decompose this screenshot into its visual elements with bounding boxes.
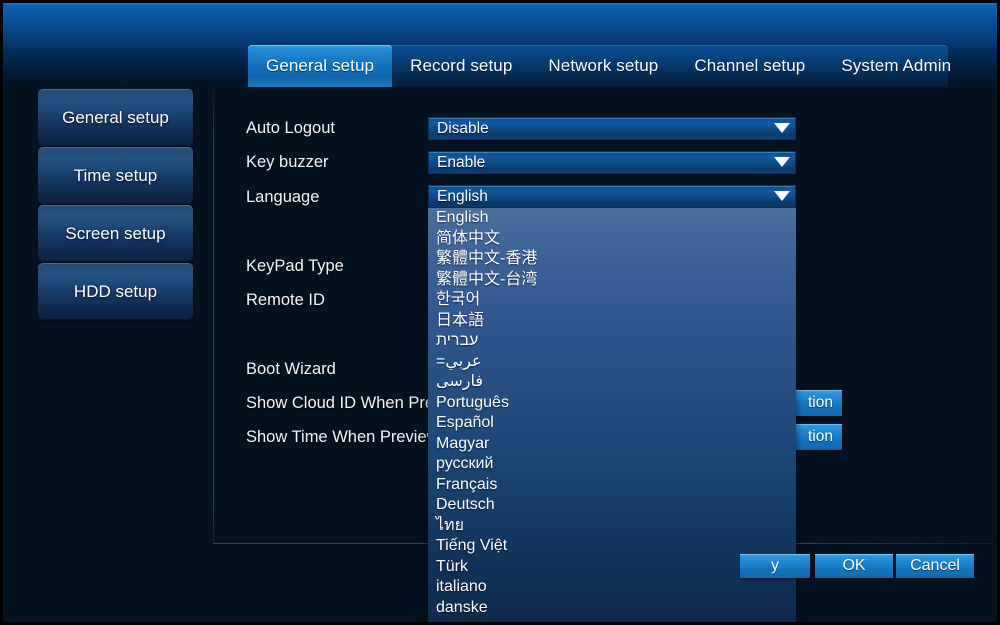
- dvr-settings-window: General setup Record setup Network setup Ch…: [0, 0, 1000, 625]
- dropdown-option[interactable]: danske: [428, 598, 796, 619]
- tab-general-setup[interactable]: General setup: [248, 45, 393, 87]
- chevron-down-icon[interactable]: [769, 118, 795, 139]
- apply-button-label: y: [771, 557, 779, 574]
- ok-button[interactable]: OK: [815, 554, 893, 578]
- form-label-key-buzzer: Key buzzer: [246, 153, 329, 171]
- tab-system-admin[interactable]: System Admin: [823, 45, 969, 87]
- dropdown-option[interactable]: فارسی: [428, 372, 796, 393]
- sidebar-item-label: Time setup: [73, 165, 158, 185]
- sidebar: General setup Time setup Screen setup HDD s…: [38, 89, 193, 321]
- combo-language[interactable]: English: [428, 185, 796, 208]
- combo-value: Disable: [437, 119, 489, 137]
- cancel-button-label: Cancel: [910, 557, 960, 574]
- form-label-language: Language: [246, 188, 320, 206]
- ok-button-label: OK: [842, 557, 866, 574]
- combo-auto-logout[interactable]: Disable: [428, 117, 796, 140]
- sidebar-item-label: Screen setup: [65, 223, 166, 243]
- cancel-button[interactable]: Cancel: [896, 554, 974, 578]
- form-label-auto-logout: Auto Logout: [246, 119, 335, 137]
- dropdown-option[interactable]: 繁體中文-台湾: [428, 270, 796, 291]
- tab-record-setup[interactable]: Record setup: [392, 45, 530, 87]
- dropdown-option[interactable]: Magyar: [428, 434, 796, 455]
- dropdown-option[interactable]: 简体中文: [428, 229, 796, 250]
- vertical-divider: [213, 89, 214, 544]
- sidebar-item-time-setup[interactable]: Time setup: [38, 147, 193, 204]
- dropdown-option[interactable]: 日本語: [428, 311, 796, 332]
- dropdown-option[interactable]: عربي=: [428, 352, 796, 373]
- dropdown-option[interactable]: 繁體中文-香港: [428, 249, 796, 270]
- sidebar-item-label: HDD setup: [73, 281, 158, 301]
- position-button-label: tion: [808, 394, 833, 411]
- sidebar-item-general-setup[interactable]: General setup: [38, 89, 193, 146]
- dropdown-option[interactable]: Français: [428, 475, 796, 496]
- combo-value: Enable: [437, 153, 486, 171]
- dropdown-option[interactable]: русский: [428, 454, 796, 475]
- tab-channel-setup[interactable]: Channel setup: [676, 45, 823, 87]
- sidebar-item-hdd-setup[interactable]: HDD setup: [38, 263, 193, 320]
- dropdown-option[interactable]: English: [428, 208, 796, 229]
- tab-bar: General setup Record setup Network setup Ch…: [248, 45, 951, 87]
- form-label-boot-wizard: Boot Wizard: [246, 360, 336, 378]
- dropdown-option[interactable]: Português: [428, 393, 796, 414]
- dropdown-option[interactable]: Deutsch: [428, 495, 796, 516]
- sidebar-item-label: General setup: [62, 107, 169, 127]
- form-label-show-time-when-preview: Show Time When Preview: [246, 428, 439, 446]
- sidebar-item-screen-setup[interactable]: Screen setup: [38, 205, 193, 262]
- combo-key-buzzer[interactable]: Enable: [428, 151, 796, 174]
- form-label-remote-id: Remote ID: [246, 291, 325, 309]
- chevron-down-icon[interactable]: [769, 152, 795, 173]
- dropdown-option[interactable]: italiano: [428, 577, 796, 598]
- dropdown-option[interactable]: עברית: [428, 331, 796, 352]
- chevron-down-icon[interactable]: [769, 186, 795, 207]
- dropdown-option[interactable]: Español: [428, 413, 796, 434]
- tab-network-setup[interactable]: Network setup: [530, 45, 676, 87]
- apply-button[interactable]: y: [740, 554, 810, 578]
- combo-value: English: [437, 187, 488, 205]
- position-button-label: tion: [808, 428, 833, 445]
- dropdown-option[interactable]: 한국어: [428, 290, 796, 311]
- form-label-keypad-type: KeyPad Type: [246, 257, 344, 275]
- dropdown-option[interactable]: ไทย: [428, 516, 796, 537]
